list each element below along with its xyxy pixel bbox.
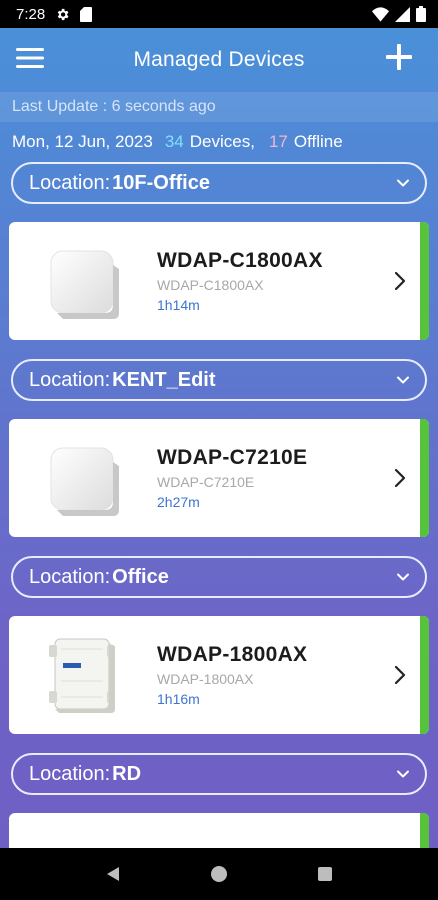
device-info: WDAP-1800AX WDAP-1800AX 1h16m	[157, 643, 391, 707]
wifi-icon	[372, 6, 389, 22]
app-bar: Managed Devices	[0, 28, 438, 92]
device-card-partial[interactable]	[9, 813, 429, 848]
location-dropdown-kent-edit[interactable]: Location: KENT_Edit	[11, 359, 427, 401]
device-model: WDAP-C7210E	[157, 474, 255, 490]
chevron-down-icon	[397, 376, 409, 384]
location-name: Office	[112, 565, 169, 588]
device-uptime: 2h27m	[157, 494, 200, 510]
home-icon[interactable]	[210, 865, 228, 883]
device-thumbnail	[9, 616, 157, 734]
device-name: WDAP-C1800AX	[157, 249, 323, 272]
device-name: WDAP-1800AX	[157, 643, 308, 666]
device-thumbnail	[9, 419, 157, 537]
location-label: Location:	[29, 368, 111, 391]
chevron-right-icon	[394, 665, 406, 685]
online-status-indicator	[420, 419, 429, 537]
summary-date: Mon, 12 Jun, 2023	[12, 132, 153, 151]
signal-icon	[395, 6, 410, 22]
chevron-right-icon	[394, 271, 406, 291]
back-icon[interactable]	[104, 865, 122, 883]
last-update-banner: Last Update : 6 seconds ago	[0, 92, 438, 122]
location-label: Location:	[29, 565, 111, 588]
system-navigation-bar	[0, 848, 438, 900]
ceiling-access-point-image	[50, 250, 119, 319]
chevron-down-icon	[397, 179, 409, 187]
chevron-down-icon	[397, 573, 409, 581]
device-info: WDAP-C7210E WDAP-C7210E 2h27m	[157, 446, 391, 510]
add-device-button[interactable]	[384, 42, 418, 76]
status-bar: 7:28	[0, 0, 438, 28]
status-time: 7:28	[16, 5, 46, 23]
recents-icon[interactable]	[316, 865, 334, 883]
online-status-indicator	[420, 616, 429, 734]
device-name: WDAP-C7210E	[157, 446, 308, 469]
plus-icon	[386, 44, 412, 70]
sd-card-icon	[80, 6, 93, 22]
device-card[interactable]: WDAP-C7210E WDAP-C7210E 2h27m	[9, 419, 429, 537]
chevron-down-icon	[397, 770, 409, 778]
device-card[interactable]: WDAP-1800AX WDAP-1800AX 1h16m	[9, 616, 429, 734]
location-dropdown-office[interactable]: Location: Office	[11, 556, 427, 598]
device-count: 34	[164, 132, 184, 151]
location-dropdown-rd[interactable]: Location: RD	[11, 753, 427, 795]
battery-icon	[416, 6, 426, 22]
page-title: Managed Devices	[133, 48, 305, 71]
location-dropdown-10f-office[interactable]: Location: 10F-Office	[11, 162, 427, 204]
location-label: Location:	[29, 762, 111, 785]
hamburger-menu-icon	[16, 48, 44, 68]
app-screen: Managed Devices Last Update : 6 seconds …	[0, 28, 438, 848]
offline-label: Offline	[293, 132, 343, 151]
chevron-right-icon	[394, 468, 406, 488]
location-name: RD	[112, 762, 142, 785]
settings-icon	[57, 8, 69, 20]
device-info: WDAP-C1800AX WDAP-C1800AX 1h14m	[157, 249, 391, 313]
outdoor-access-point-image	[49, 638, 115, 713]
device-model: WDAP-C1800AX	[157, 277, 264, 293]
online-status-indicator	[420, 813, 429, 848]
location-name: KENT_Edit	[112, 368, 216, 391]
devices-label: Devices,	[189, 132, 255, 151]
device-card[interactable]: WDAP-C1800AX WDAP-C1800AX 1h14m	[9, 222, 429, 340]
online-status-indicator	[420, 222, 429, 340]
device-uptime: 1h16m	[157, 691, 200, 707]
location-name: 10F-Office	[112, 171, 210, 194]
ceiling-access-point-image	[50, 447, 119, 516]
menu-button[interactable]	[16, 45, 46, 75]
offline-count: 17	[268, 132, 288, 151]
device-summary: Mon, 12 Jun, 2023 34 Devices, 17 Offline	[0, 122, 438, 162]
location-label: Location:	[29, 171, 111, 194]
device-thumbnail	[9, 222, 157, 340]
device-uptime: 1h14m	[157, 297, 200, 313]
device-model: WDAP-1800AX	[157, 671, 254, 687]
